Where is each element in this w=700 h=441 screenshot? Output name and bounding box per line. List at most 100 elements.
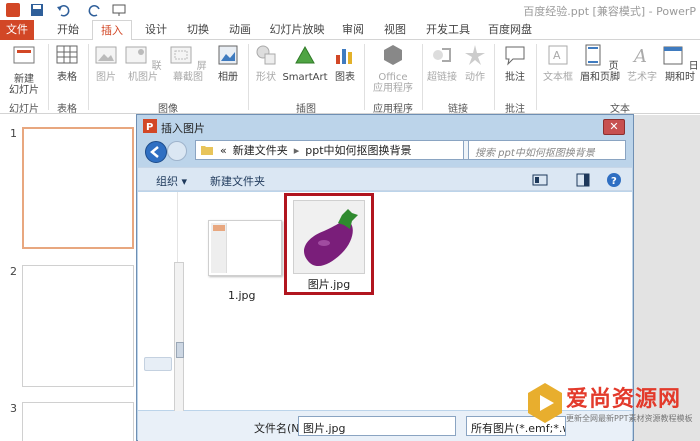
help-icon[interactable]: ?	[606, 172, 622, 188]
search-input[interactable]: 搜索 ppt中如何抠图换背景	[468, 140, 626, 160]
online-picture-icon	[125, 46, 147, 64]
tab-animations[interactable]: 动画	[222, 20, 258, 40]
chart-label: 图表	[335, 72, 355, 83]
view-options-icon[interactable]	[532, 173, 548, 187]
svg-text:A: A	[632, 46, 647, 67]
tab-review[interactable]: 审阅	[336, 20, 370, 40]
datetime-button[interactable]: 日期和时	[660, 43, 700, 83]
group-separator	[248, 44, 249, 110]
group-separator	[494, 44, 495, 110]
textbox-button[interactable]: A 文本框	[540, 43, 576, 83]
hyperlink-icon	[433, 48, 451, 62]
slideshow-icon[interactable]	[112, 3, 126, 17]
header-footer-button[interactable]: 页眉和页脚	[578, 43, 622, 83]
ribbon-insert: 新建 幻灯片 幻灯片 表格 表格 图片 联机图片 屏幕截图 相册 图像 形状 S…	[0, 40, 700, 115]
group-label-apps: 应用程序	[373, 104, 413, 115]
new-folder-button[interactable]: 新建文件夹	[210, 173, 265, 189]
group-label-links: 链接	[448, 104, 468, 115]
scrollbar-thumb[interactable]	[176, 342, 184, 358]
new-slide-button[interactable]: 新建 幻灯片	[4, 43, 44, 96]
tab-developer[interactable]: 开发工具	[420, 20, 476, 40]
table-button[interactable]: 表格	[52, 43, 82, 83]
forward-button[interactable]	[167, 141, 187, 161]
file-item-selected[interactable]: 图片.jpg	[284, 193, 374, 295]
save-icon[interactable]	[30, 3, 44, 17]
close-button[interactable]: ✕	[603, 119, 625, 135]
tab-baidu-netdisk[interactable]: 百度网盘	[484, 20, 536, 40]
header-footer-icon	[585, 44, 601, 66]
picture-button[interactable]: 图片	[92, 43, 120, 83]
new-slide-label: 新建 幻灯片	[9, 74, 39, 96]
calendar-icon	[663, 46, 683, 65]
filename-input[interactable]: 图片.jpg	[298, 416, 456, 436]
tab-insert[interactable]: 插入	[92, 20, 132, 41]
svg-text:P: P	[146, 122, 153, 133]
address-bar[interactable]: « 新建文件夹 ▸ ppt中如何抠图换背景	[195, 140, 465, 160]
shapes-button[interactable]: 形状	[252, 43, 280, 83]
watermark-title: 爱尚资源网	[566, 387, 682, 412]
vertical-scrollbar[interactable]	[174, 262, 184, 412]
tab-file[interactable]: 文件	[0, 20, 34, 40]
organize-button[interactable]: 组织 ▾	[156, 173, 187, 189]
screenshot-button[interactable]: 屏幕截图	[166, 43, 210, 83]
hyperlink-button[interactable]: 超链接	[426, 43, 458, 83]
wordart-icon: A	[632, 46, 647, 67]
file-name-selected: 图片.jpg	[307, 278, 351, 291]
office-apps-label: Office 应用程序	[373, 72, 413, 94]
group-label-images: 图像	[158, 104, 178, 115]
office-apps-button[interactable]: Office 应用程序	[368, 43, 418, 94]
slide-thumbnail-3[interactable]	[22, 402, 134, 441]
wordart-label: 艺术字	[627, 72, 657, 83]
file-thumbnail-1jpg[interactable]	[208, 220, 282, 276]
undo-icon[interactable]	[56, 3, 70, 17]
tab-home[interactable]: 开始	[48, 20, 88, 40]
hyperlink-label: 超链接	[427, 72, 457, 83]
breadcrumb-current-folder[interactable]: ppt中如何抠图换背景	[305, 142, 411, 158]
breadcrumb-overflow[interactable]: «	[220, 144, 227, 157]
dialog-title: 插入图片	[161, 122, 205, 135]
table-icon	[56, 45, 78, 64]
eggplant-icon	[303, 209, 358, 267]
back-arrow-icon	[150, 146, 159, 158]
watermark: 爱尚资源网 更新全网最新PPT素材资源教程模板	[520, 375, 700, 441]
tab-slideshow[interactable]: 幻灯片放映	[266, 20, 328, 40]
slide-thumbnail-2[interactable]	[22, 265, 134, 387]
group-label-comments: 批注	[505, 104, 525, 115]
file-name-1jpg[interactable]: 1.jpg	[228, 289, 256, 302]
back-button[interactable]	[145, 141, 167, 163]
comment-label: 批注	[505, 72, 525, 83]
breadcrumb-new-folder[interactable]: 新建文件夹	[233, 142, 288, 158]
tab-transitions[interactable]: 切换	[180, 20, 216, 40]
group-label-illustrations: 插图	[296, 104, 316, 115]
navigation-item[interactable]	[144, 357, 172, 371]
window-title: 百度经验.ppt [兼容模式] - PowerP	[523, 5, 696, 18]
slide-thumbnail-pane: 1 2 3	[0, 115, 138, 441]
screenshot-icon	[170, 46, 192, 64]
slide-number: 3	[10, 402, 17, 415]
action-label: 动作	[465, 72, 485, 83]
wordart-button[interactable]: A 艺术字	[624, 43, 660, 83]
online-picture-button[interactable]: 联机图片	[122, 43, 164, 83]
photo-album-button[interactable]: 相册	[212, 43, 244, 83]
file-thumbnail-eggplant	[293, 200, 365, 274]
smartart-button[interactable]: SmartArt	[282, 43, 328, 83]
table-label: 表格	[57, 72, 77, 83]
svg-text:?: ?	[611, 176, 617, 187]
tab-view[interactable]: 视图	[378, 20, 412, 40]
preview-pane-icon[interactable]	[576, 173, 590, 187]
redo-icon[interactable]	[88, 3, 102, 17]
tab-design[interactable]: 设计	[138, 20, 174, 40]
comment-button[interactable]: 批注	[498, 43, 532, 83]
slide-thumbnail-1[interactable]	[22, 127, 134, 249]
group-separator	[422, 44, 423, 110]
action-button[interactable]: 动作	[460, 43, 490, 83]
textbox-label: 文本框	[543, 72, 573, 83]
watermark-subtitle: 更新全网最新PPT素材资源教程模板	[566, 414, 693, 423]
comment-icon	[505, 46, 525, 66]
svg-text:A: A	[553, 49, 561, 62]
thumbnail-preview	[213, 225, 225, 231]
photo-album-icon	[218, 45, 238, 65]
folder-icon	[201, 146, 213, 155]
picture-label: 图片	[96, 72, 116, 83]
chart-button[interactable]: 图表	[330, 43, 360, 83]
